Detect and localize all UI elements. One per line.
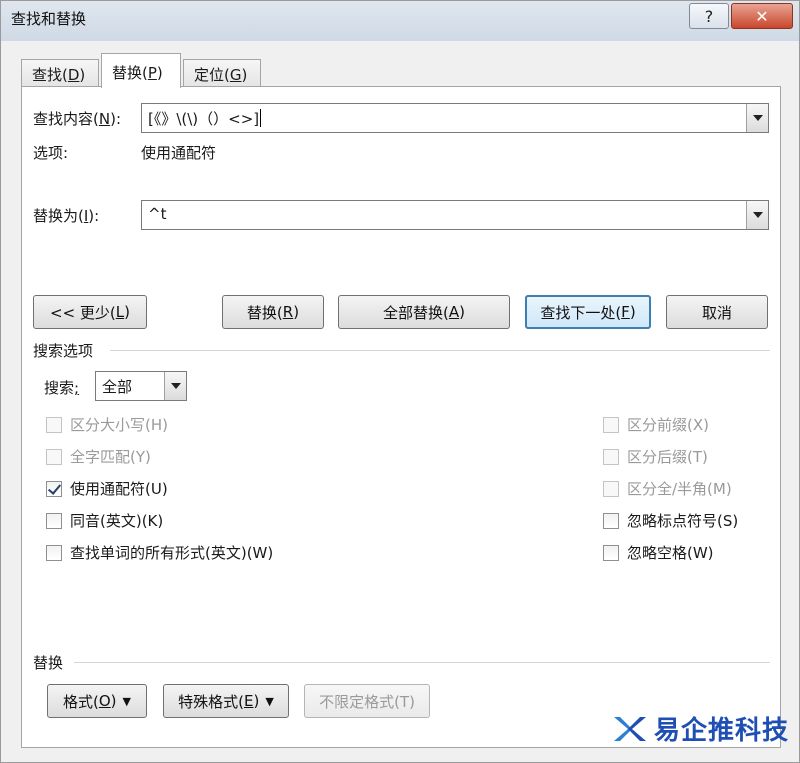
use-wildcards-label: 使用通配符(U) [70, 480, 168, 498]
tab-replace-label-end: ) [156, 64, 163, 82]
search-direction-label: 搜索; [44, 379, 80, 397]
replace-section-divider [74, 662, 770, 663]
ignore-punctuation-label: 忽略标点符号(S) [627, 512, 739, 530]
format-dropdown-icon: ▼ [122, 694, 131, 708]
tab-find-hotkey: D [67, 66, 80, 84]
find-what-combo[interactable]: [《》\(\)（）<>] [141, 103, 769, 133]
match-case-label: 区分大小写(H) [70, 416, 168, 434]
tab-replace[interactable]: 替换(P) [101, 53, 181, 88]
replace-dropdown-icon[interactable] [746, 201, 768, 229]
format-button[interactable]: 格式(O) ▼ [47, 684, 147, 718]
tab-find-label-end: ) [79, 66, 86, 84]
find-what-label: 查找内容(N): [33, 110, 121, 128]
replace-with-label: 替换为(I): [33, 207, 100, 225]
search-direction-value: 全部 [102, 378, 133, 396]
watermark: 易企推科技 [612, 710, 789, 747]
search-options-title: 搜索选项 [33, 342, 94, 360]
search-direction-dropdown-icon[interactable] [164, 372, 186, 400]
match-suffix-label: 区分后缀(T) [627, 448, 708, 466]
find-replace-dialog: 查找和替换 ? ✕ 查找(D) 替换(P) 定位(G) 查找内容(N): [《》… [0, 0, 800, 763]
all-word-forms-option[interactable]: 查找单词的所有形式(英文)(W) [46, 542, 273, 563]
dialog-body: 查找(D) 替换(P) 定位(G) 查找内容(N): [《》\(\)（）<>] … [9, 41, 792, 756]
find-next-button[interactable]: 查找下一处(F) [525, 295, 651, 329]
less-button[interactable]: << 更少(L) [33, 295, 147, 329]
match-prefix-label: 区分前缀(X) [627, 416, 709, 434]
tab-goto-hotkey: G [229, 66, 242, 84]
match-suffix-option[interactable]: 区分后缀(T) [603, 446, 708, 467]
replace-all-button[interactable]: 全部替换(A) [338, 295, 510, 329]
match-suffix-checkbox[interactable] [603, 448, 619, 465]
watermark-logo-icon [612, 711, 648, 747]
tab-goto[interactable]: 定位(G) [183, 59, 261, 87]
replace-section-title: 替换 [33, 654, 64, 672]
match-case-checkbox[interactable] [46, 416, 62, 433]
replace-with-input[interactable]: ^t [148, 205, 166, 223]
options-value: 使用通配符 [141, 144, 217, 162]
use-wildcards-checkbox[interactable] [46, 480, 62, 497]
sounds-like-checkbox[interactable] [46, 512, 62, 529]
whole-word-label: 全字匹配(Y) [70, 448, 151, 466]
find-what-input[interactable]: [《》\(\)（）<>] [148, 108, 262, 129]
tab-replace-hotkey: P [147, 64, 157, 82]
help-icon: ? [704, 6, 714, 26]
whole-word-checkbox[interactable] [46, 448, 62, 465]
ignore-whitespace-label: 忽略空格(W) [627, 544, 714, 562]
ignore-whitespace-checkbox[interactable] [603, 544, 619, 561]
tab-goto-label: 定位( [194, 66, 230, 84]
ignore-punctuation-option[interactable]: 忽略标点符号(S) [603, 510, 738, 531]
close-button[interactable]: ✕ [731, 3, 793, 29]
whole-word-option[interactable]: 全字匹配(Y) [46, 446, 151, 467]
special-format-button[interactable]: 特殊格式(E) ▼ [163, 684, 289, 718]
watermark-text: 易企推科技 [654, 716, 790, 746]
options-label: 选项: [33, 144, 69, 162]
ignore-whitespace-option[interactable]: 忽略空格(W) [603, 542, 714, 563]
match-width-option[interactable]: 区分全/半角(M) [603, 478, 732, 499]
replace-panel: 查找内容(N): [《》\(\)（）<>] 选项: 使用通配符 替换为(I): … [21, 86, 781, 748]
cancel-button[interactable]: 取消 [666, 295, 768, 329]
tab-goto-label-end: ) [241, 66, 248, 84]
close-icon: ✕ [755, 6, 769, 26]
all-word-forms-label: 查找单词的所有形式(英文)(W) [70, 544, 274, 562]
match-width-checkbox[interactable] [603, 480, 619, 497]
dialog-title: 查找和替换 [11, 10, 87, 28]
no-formatting-button[interactable]: 不限定格式(T) [304, 684, 430, 718]
help-button[interactable]: ? [689, 3, 729, 29]
special-format-dropdown-icon: ▼ [265, 694, 274, 708]
sounds-like-option[interactable]: 同音(英文)(K) [46, 510, 163, 531]
title-bar[interactable]: 查找和替换 ? ✕ [1, 1, 799, 41]
match-width-label: 区分全/半角(M) [627, 480, 732, 498]
search-direction-select[interactable]: 全部 [95, 371, 187, 401]
match-prefix-option[interactable]: 区分前缀(X) [603, 414, 709, 435]
text-caret [260, 109, 262, 127]
match-case-option[interactable]: 区分大小写(H) [46, 414, 168, 435]
search-options-divider [110, 350, 770, 351]
tab-replace-label: 替换( [112, 64, 148, 82]
tab-find-label: 查找( [32, 66, 68, 84]
replace-with-combo[interactable]: ^t [141, 200, 769, 230]
replace-button[interactable]: 替换(R) [222, 295, 324, 329]
ignore-punctuation-checkbox[interactable] [603, 512, 619, 529]
find-dropdown-icon[interactable] [746, 104, 768, 132]
use-wildcards-option[interactable]: 使用通配符(U) [46, 478, 168, 499]
all-word-forms-checkbox[interactable] [46, 544, 62, 561]
sounds-like-label: 同音(英文)(K) [70, 512, 164, 530]
match-prefix-checkbox[interactable] [603, 416, 619, 433]
tab-find[interactable]: 查找(D) [21, 59, 99, 87]
